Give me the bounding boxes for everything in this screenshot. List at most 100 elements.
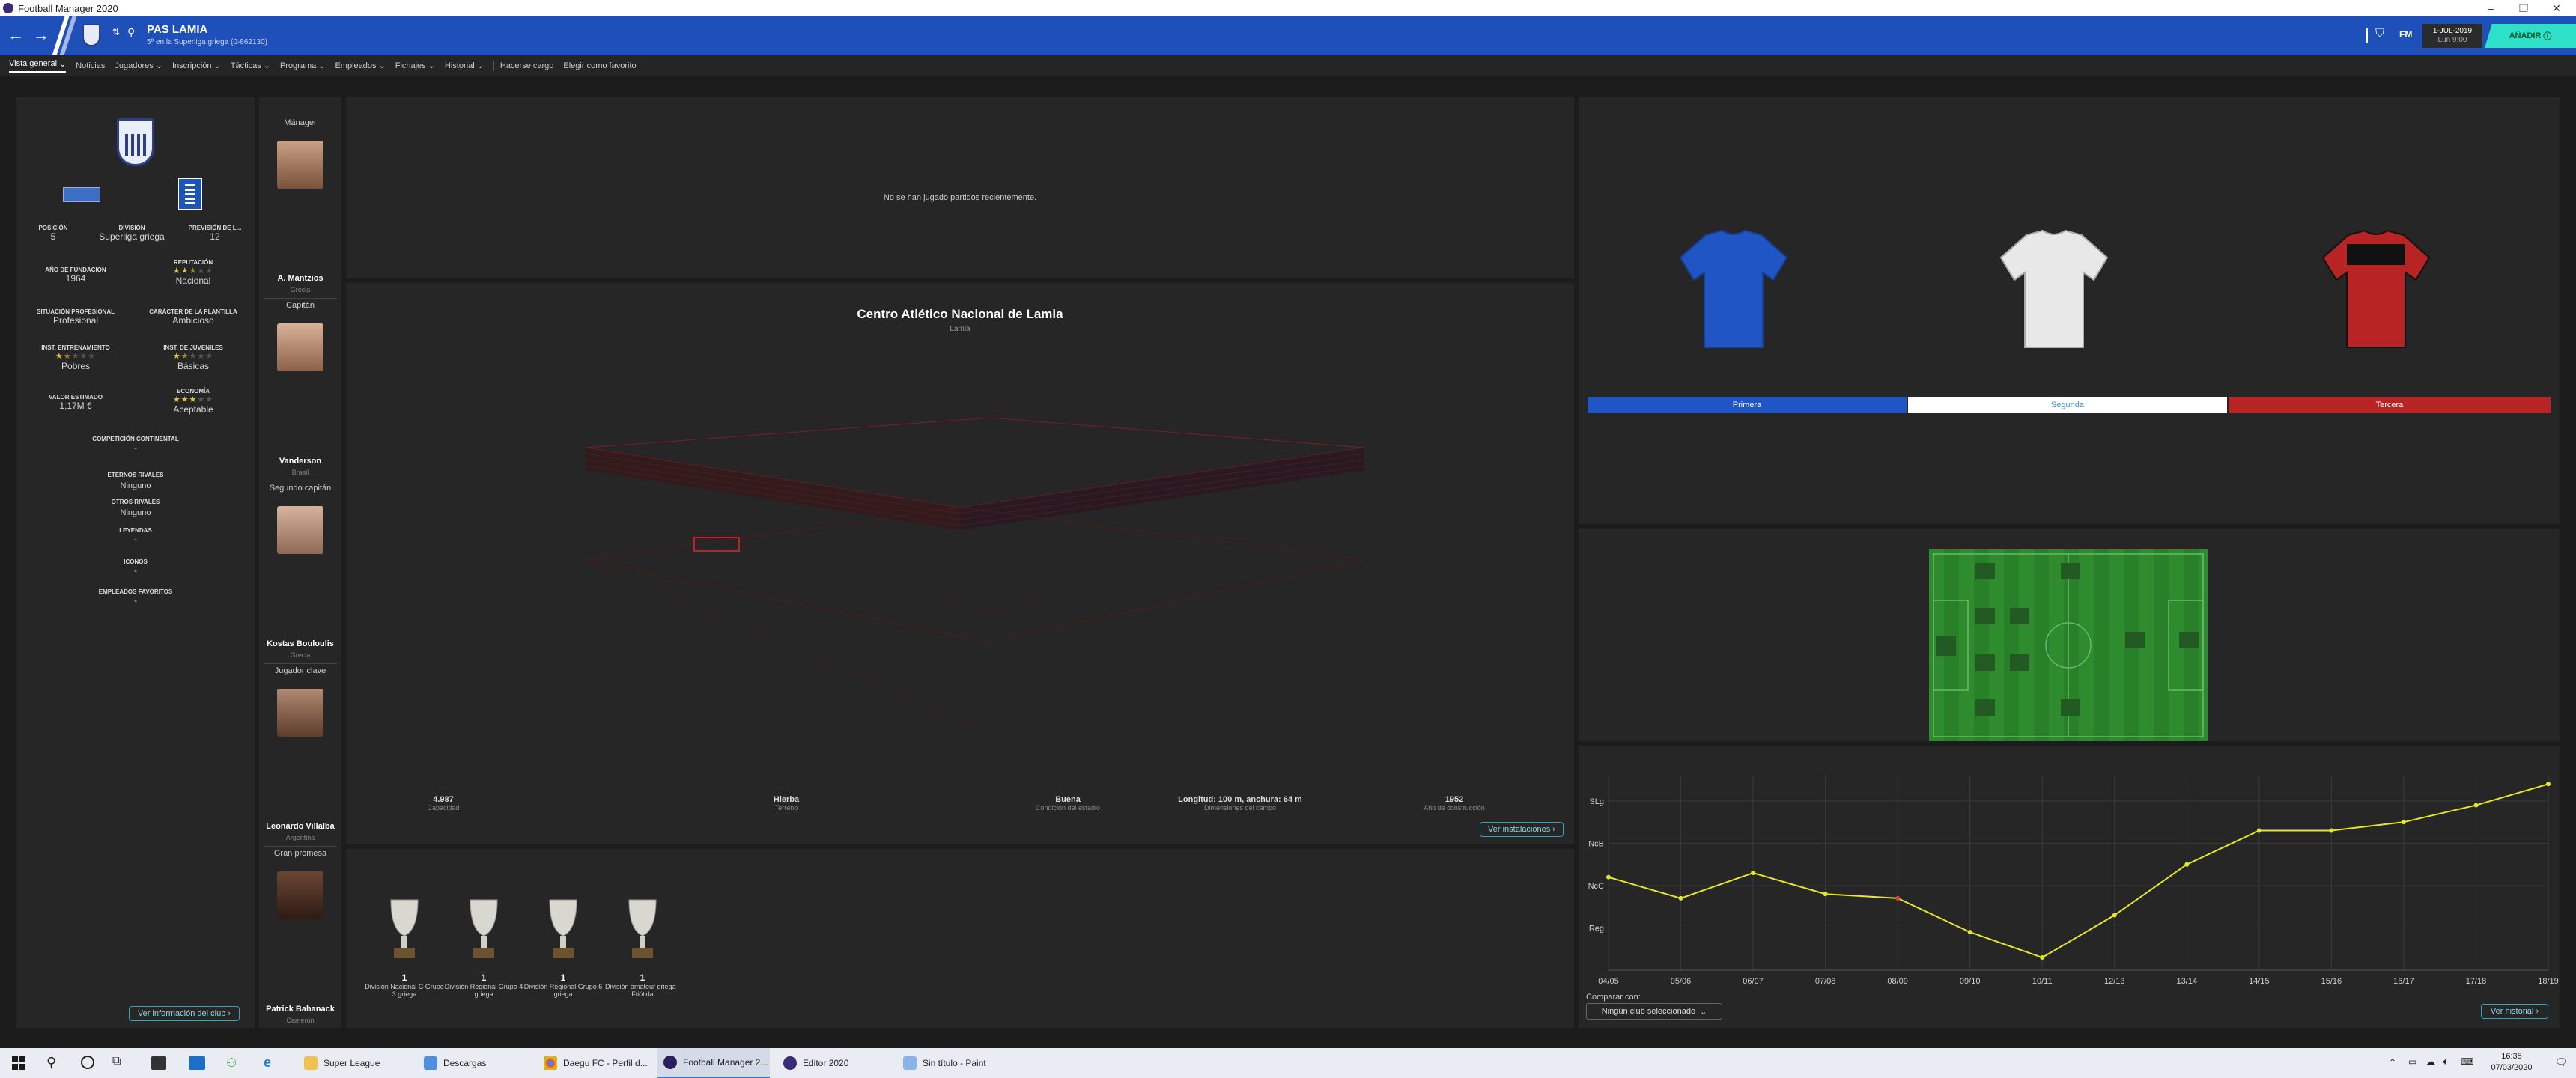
staff-card[interactable]: Jugador clave Leonardo Villalba Argentin… <box>259 666 341 841</box>
chart-x-tick-label: 09/10 <box>1960 977 1981 985</box>
notifications-icon[interactable]: 🗨︎ <box>2555 1056 2568 1068</box>
taskbar-item[interactable]: Descargas <box>418 1048 486 1078</box>
taskbar-item[interactable]: Super League <box>298 1048 380 1078</box>
trophy-item[interactable]: 1 División Nacional C Grupo 3 griega <box>365 894 444 998</box>
menu-elegir-favorito[interactable]: Elegir como favorito <box>563 61 636 70</box>
division-block: DIVISIÓN Superliga griega <box>87 225 177 242</box>
staff-role: Mánager <box>284 118 317 127</box>
trophy-item[interactable]: 1 División Regional Grupo 6 griega <box>523 894 603 998</box>
staff-card[interactable]: Mánager A. Mantzios Grecia <box>259 118 341 293</box>
tray-chevron-icon[interactable]: ⌃ <box>2389 1057 2396 1068</box>
staff-nationality: Argentina <box>285 834 315 841</box>
club-crest-small[interactable] <box>82 24 100 46</box>
chart-x-tick-label: 13/14 <box>2177 977 2198 985</box>
windows-start-icon[interactable] <box>12 1056 25 1070</box>
menu-hacerse-cargo[interactable]: Hacerse cargo <box>500 61 554 70</box>
kit-label: Primera <box>1732 401 1762 409</box>
search-icon[interactable]: ⚲ <box>46 1055 56 1071</box>
training-stars: ★★★★★ <box>55 352 97 361</box>
window-titlebar: Football Manager 2020 – ❐ ✕ <box>0 0 2576 16</box>
youth-stars: ★★★★★ <box>172 352 214 361</box>
taskbar-item[interactable]: Daegu FC - Perfil d... <box>538 1048 648 1078</box>
continue-button[interactable]: AÑADIR ⓘ <box>2485 24 2576 48</box>
facilities-button[interactable]: Ver instalaciones › <box>1480 822 1564 837</box>
stat-value: Longitud: 100 m, anchura: 64 m <box>1178 795 1302 804</box>
edge-icon[interactable]: e <box>264 1055 271 1071</box>
forward-arrow-icon[interactable]: → <box>33 25 49 45</box>
staff-card[interactable]: Capitán Vanderson Brasil <box>259 301 341 476</box>
xbox-icon[interactable]: ⚇ <box>226 1056 237 1071</box>
staff-name: Vanderson <box>279 457 322 466</box>
trophy-cabinet: 1 División Nacional C Grupo 3 griega 1 D… <box>346 849 1574 1028</box>
staff-card[interactable]: Segundo capitán Kostas Bouloulis Grecia <box>259 484 341 659</box>
back-arrow-icon[interactable]: ← <box>7 25 24 45</box>
taskbar-label: Daegu FC - Perfil d... <box>563 1058 648 1068</box>
task-view-icon[interactable]: ⧉ <box>112 1055 121 1068</box>
kits-panel: Primera Segunda Tercera <box>1579 97 2560 524</box>
built-year-stat: 1952 Año de construcción <box>1402 795 1507 811</box>
search-icon[interactable]: ⚲ <box>127 26 135 39</box>
compare-select[interactable]: Ningún club seleccionado ⌄ <box>1586 1003 1722 1020</box>
trophy-icon <box>549 899 577 958</box>
icons-block: ICONOS - <box>16 558 255 576</box>
menu-inscripcion[interactable]: Inscripción ⌄ <box>172 61 221 71</box>
stadium-name: Centro Atlético Nacional de Lamia <box>857 307 1063 321</box>
taskbar-clock[interactable]: 16:35 07/03/2020 <box>2480 1051 2543 1074</box>
away-kit-label[interactable]: Segunda <box>1908 397 2227 413</box>
menu-noticias[interactable]: Noticias <box>76 61 105 70</box>
staff-name: A. Mantzios <box>277 274 323 283</box>
keyboard-icon[interactable]: ⌨ <box>2461 1056 2473 1067</box>
stat-value[interactable]: Superliga griega <box>87 231 177 242</box>
game-date[interactable]: 1-JUL-2019 Lun 9:00 <box>2422 24 2482 48</box>
trophy-item[interactable]: 1 División amateur griega - Ftiótida <box>603 894 682 998</box>
chart-data-point <box>2329 828 2334 833</box>
club-switch-icon[interactable]: ⇅ <box>112 27 120 37</box>
taskbar-item[interactable]: Sin título - Paint <box>897 1048 986 1078</box>
formation-pitch[interactable] <box>1929 549 2208 741</box>
home-kit-label[interactable]: Primera <box>1588 397 1907 413</box>
legends-block: LEYENDAS - <box>16 527 255 544</box>
menu-fichajes[interactable]: Fichajes ⌄ <box>395 61 435 71</box>
menu-empleados[interactable]: Empleados ⌄ <box>335 61 385 71</box>
menu-vista-general[interactable]: Vista general ⌄ <box>9 59 67 73</box>
menu-programa[interactable]: Programa ⌄ <box>280 61 326 71</box>
third-kit-label[interactable]: Tercera <box>2229 397 2551 413</box>
network-icon[interactable]: ▭ <box>2408 1056 2416 1067</box>
league-history-chart: 04/05 05/06 06/07 07/08 08/09 09/10 10/11 12/13… <box>1588 776 2559 985</box>
taskbar-item[interactable]: Editor 2020 <box>777 1048 848 1078</box>
taskbar-label: Editor 2020 <box>803 1058 849 1068</box>
store-icon[interactable] <box>151 1056 166 1070</box>
taskbar-label: Football Manager 2... <box>683 1057 768 1068</box>
staff-card[interactable]: Gran promesa Patrick Bahanack Camerún <box>259 849 341 1024</box>
favourite-staff-block: EMPLEADOS FAVORITOS - <box>16 588 255 606</box>
maximize-button[interactable]: ❐ <box>2507 0 2540 16</box>
trophy-name: División amateur griega - Ftiótida <box>604 983 681 998</box>
menu-historial[interactable]: Historial ⌄ <box>445 61 484 71</box>
third-kit-shirt[interactable] <box>2312 228 2440 355</box>
chart-data-point <box>1823 892 1828 897</box>
stat-label: LEYENDAS <box>119 527 152 534</box>
away-kit-shirt[interactable] <box>1990 228 2118 355</box>
league-logo[interactable] <box>63 187 100 202</box>
close-button[interactable]: ✕ <box>2540 0 2573 16</box>
stat-label: Condición del estadio <box>1035 804 1101 811</box>
taskbar-item-active[interactable]: Football Manager 2... <box>657 1048 770 1078</box>
home-kit-shirt[interactable] <box>1670 228 1797 355</box>
fm-menu-button[interactable]: FM <box>2399 29 2412 40</box>
greece-flag-icon[interactable] <box>178 178 202 210</box>
minimize-button[interactable]: – <box>2474 0 2507 16</box>
volume-icon[interactable]: 🔈︎ <box>2443 1056 2449 1068</box>
club-info-button[interactable]: Ver información del club › <box>129 1006 240 1021</box>
chevron-right-icon: › <box>1552 825 1555 834</box>
shield-icon[interactable]: ⛉ <box>2375 27 2384 40</box>
menu-label: Vista general <box>9 59 58 68</box>
kit-label: Tercera <box>2375 401 2404 409</box>
onedrive-icon[interactable]: ☁ <box>2426 1056 2435 1067</box>
mail-icon[interactable] <box>189 1056 205 1070</box>
menu-tacticas[interactable]: Tácticas ⌄ <box>231 61 270 71</box>
trophy-item[interactable]: 1 División Regional Grupo 4 griega <box>444 894 523 998</box>
clock-time: 16:35 <box>2501 1052 2522 1061</box>
cortana-icon[interactable] <box>81 1056 94 1069</box>
history-button[interactable]: Ver historial › <box>2481 1004 2548 1019</box>
menu-jugadores[interactable]: Jugadores ⌄ <box>115 61 162 71</box>
